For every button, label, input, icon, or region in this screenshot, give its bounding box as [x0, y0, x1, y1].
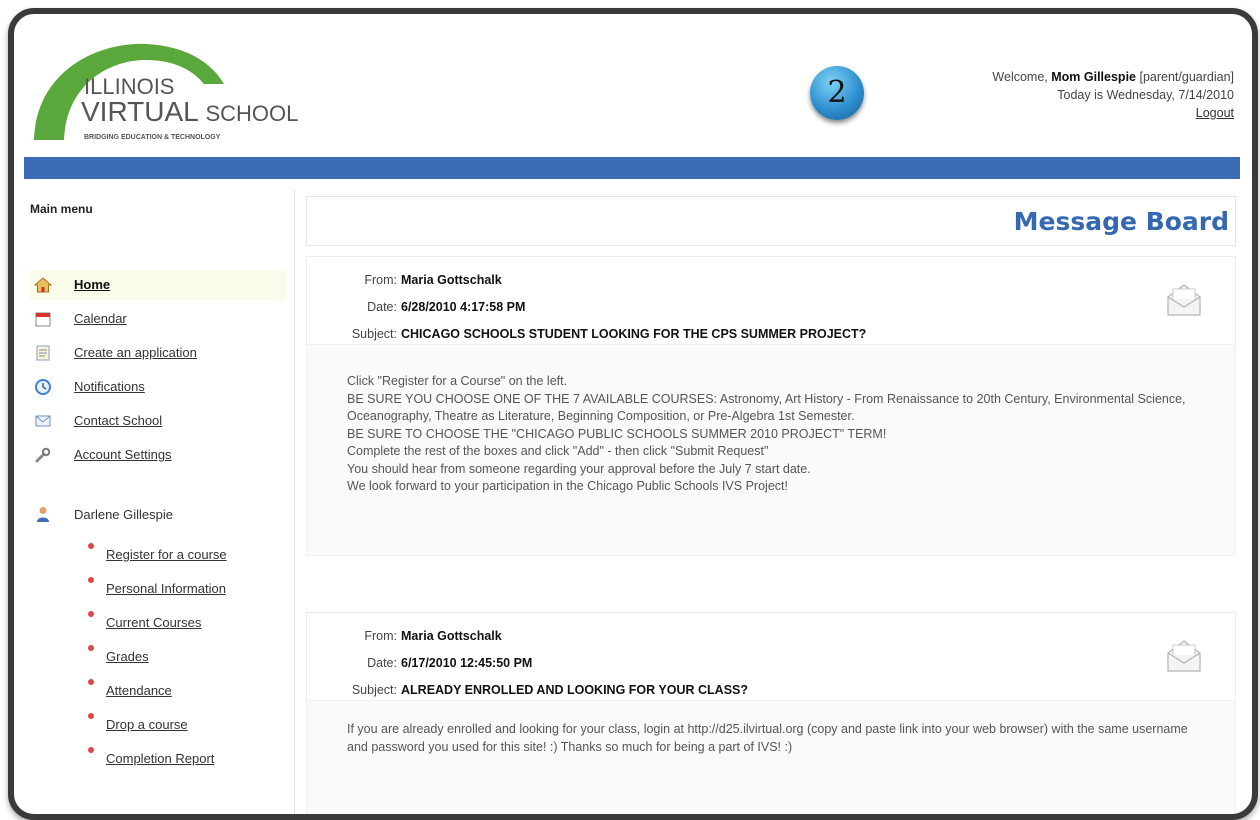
logo-line-2: VIRTUAL SCHOOL — [81, 96, 298, 128]
school-logo[interactable]: ILLINOIS VIRTUAL SCHOOL BRIDGING EDUCATI… — [26, 32, 316, 141]
sidebar-item-label[interactable]: Account Settings — [74, 447, 172, 462]
student-item-drop-course[interactable]: Drop a course — [88, 708, 288, 738]
student-item-register-course[interactable]: Register for a course — [88, 538, 288, 568]
student-section-header: Darlene Gillespie — [30, 500, 286, 528]
mail-icon — [35, 415, 51, 427]
logo-word-school: SCHOOL — [205, 101, 299, 126]
sidebar-item-label[interactable]: Contact School — [74, 413, 162, 428]
sidebar-item-contact-school[interactable]: Contact School — [30, 406, 286, 436]
bullet-icon — [88, 713, 94, 719]
user-icon — [37, 507, 49, 522]
message-subject-row: Subject: ALREADY ENROLLED AND LOOKING FOR… — [329, 683, 748, 697]
bullet-icon — [88, 645, 94, 651]
from-label: From: — [364, 629, 397, 643]
student-item-current-courses[interactable]: Current Courses — [88, 606, 288, 636]
message-subject-row: Subject: CHICAGO SCHOOLS STUDENT LOOKING … — [329, 327, 866, 341]
bullet-icon — [88, 611, 94, 617]
date-label: Date: — [367, 656, 397, 670]
message-body: Click "Register for a Course" on the lef… — [306, 344, 1236, 556]
sidebar-item-label[interactable]: Create an application — [74, 345, 197, 360]
welcome-prefix: Welcome, — [992, 70, 1048, 84]
sidebar-item-label[interactable]: Home — [74, 277, 110, 292]
step-number-badge: 2 — [810, 66, 864, 120]
welcome-panel: Welcome, Mom Gillespie [parent/guardian]… — [992, 68, 1234, 122]
student-item-completion-report[interactable]: Completion Report — [88, 742, 288, 772]
message-body: If you are already enrolled and looking … — [306, 700, 1236, 814]
sidebar-item-notifications[interactable]: Notifications — [30, 372, 286, 402]
student-item-label[interactable]: Drop a course — [106, 717, 188, 732]
message-date: 6/17/2010 12:45:50 PM — [401, 656, 533, 670]
student-item-personal-information[interactable]: Personal Information — [88, 572, 288, 602]
message-card: From: Maria Gottschalk Date: 6/28/2010 4:1… — [306, 256, 1236, 562]
page-title: Message Board — [1013, 207, 1229, 236]
sidebar: Main menu Home Calendar Create an applic… — [24, 190, 295, 814]
from-label: From: — [364, 273, 397, 287]
sidebar-item-create-application[interactable]: Create an application — [30, 338, 286, 368]
message-card: From: Maria Gottschalk Date: 6/17/2010 12:… — [306, 612, 1236, 814]
bullet-icon — [88, 679, 94, 685]
header: ILLINOIS VIRTUAL SCHOOL BRIDGING EDUCATI… — [24, 22, 1240, 146]
subject-label: Subject: — [351, 683, 397, 697]
message-subject: ALREADY ENROLLED AND LOOKING FOR YOUR CL… — [401, 683, 749, 697]
open-envelope-icon[interactable] — [1163, 635, 1205, 675]
main-menu-title: Main menu — [30, 202, 93, 216]
bullet-icon — [88, 577, 94, 583]
today-date: Today is Wednesday, 7/14/2010 — [1057, 88, 1234, 102]
sidebar-item-calendar[interactable]: Calendar — [30, 304, 286, 334]
sidebar-item-home[interactable]: Home — [30, 270, 286, 300]
home-icon — [34, 277, 52, 293]
header-blue-bar — [24, 157, 1240, 179]
application-icon — [36, 345, 50, 361]
open-envelope-icon[interactable] — [1163, 279, 1205, 319]
message-from-row: From: Maria Gottschalk — [343, 273, 502, 287]
welcome-line: Welcome, Mom Gillespie [parent/guardian] — [992, 68, 1234, 86]
student-item-label[interactable]: Current Courses — [106, 615, 201, 630]
user-name: Mom Gillespie — [1051, 70, 1136, 84]
screenshot-frame: ILLINOIS VIRTUAL SCHOOL BRIDGING EDUCATI… — [8, 8, 1258, 820]
main-content: Message Board From: Maria Gottschalk Date… — [306, 190, 1240, 814]
message-subject: CHICAGO SCHOOLS STUDENT LOOKING FOR THE … — [401, 327, 867, 341]
student-name: Darlene Gillespie — [74, 507, 173, 522]
calendar-icon — [35, 312, 51, 327]
message-date-row: Date: 6/17/2010 12:45:50 PM — [343, 656, 532, 670]
message-from: Maria Gottschalk — [401, 629, 502, 643]
clock-icon — [35, 379, 51, 395]
message-text: If you are already enrolled and looking … — [347, 722, 1188, 754]
sidebar-item-account-settings[interactable]: Account Settings — [30, 440, 286, 470]
student-item-label[interactable]: Register for a course — [106, 547, 227, 562]
page: ILLINOIS VIRTUAL SCHOOL BRIDGING EDUCATI… — [24, 22, 1242, 814]
sidebar-item-label[interactable]: Calendar — [74, 311, 127, 326]
wrench-icon — [35, 447, 51, 463]
student-item-label[interactable]: Grades — [106, 649, 149, 664]
student-item-label[interactable]: Personal Information — [106, 581, 226, 596]
subject-label: Subject: — [351, 327, 397, 341]
message-from: Maria Gottschalk — [401, 273, 502, 287]
message-header: From: Maria Gottschalk Date: 6/28/2010 4:1… — [306, 256, 1236, 346]
date-label: Date: — [367, 300, 397, 314]
logo-tagline: BRIDGING EDUCATION & TECHNOLOGY — [84, 134, 221, 141]
student-item-attendance[interactable]: Attendance — [88, 674, 288, 704]
message-header: From: Maria Gottschalk Date: 6/17/2010 12:… — [306, 612, 1236, 702]
student-item-label[interactable]: Attendance — [106, 683, 172, 698]
student-item-label[interactable]: Completion Report — [106, 751, 214, 766]
logo-word-virtual: VIRTUAL — [81, 96, 198, 127]
page-title-box: Message Board — [306, 196, 1236, 246]
message-text: Click "Register for a Course" on the lef… — [347, 374, 1186, 493]
bullet-icon — [88, 543, 94, 549]
message-from-row: From: Maria Gottschalk — [343, 629, 502, 643]
user-role: [parent/guardian] — [1139, 70, 1234, 84]
logout-link[interactable]: Logout — [1196, 106, 1234, 120]
bullet-icon — [88, 747, 94, 753]
message-date: 6/28/2010 4:17:58 PM — [401, 300, 526, 314]
message-date-row: Date: 6/28/2010 4:17:58 PM — [343, 300, 525, 314]
student-item-grades[interactable]: Grades — [88, 640, 288, 670]
sidebar-item-label[interactable]: Notifications — [74, 379, 145, 394]
